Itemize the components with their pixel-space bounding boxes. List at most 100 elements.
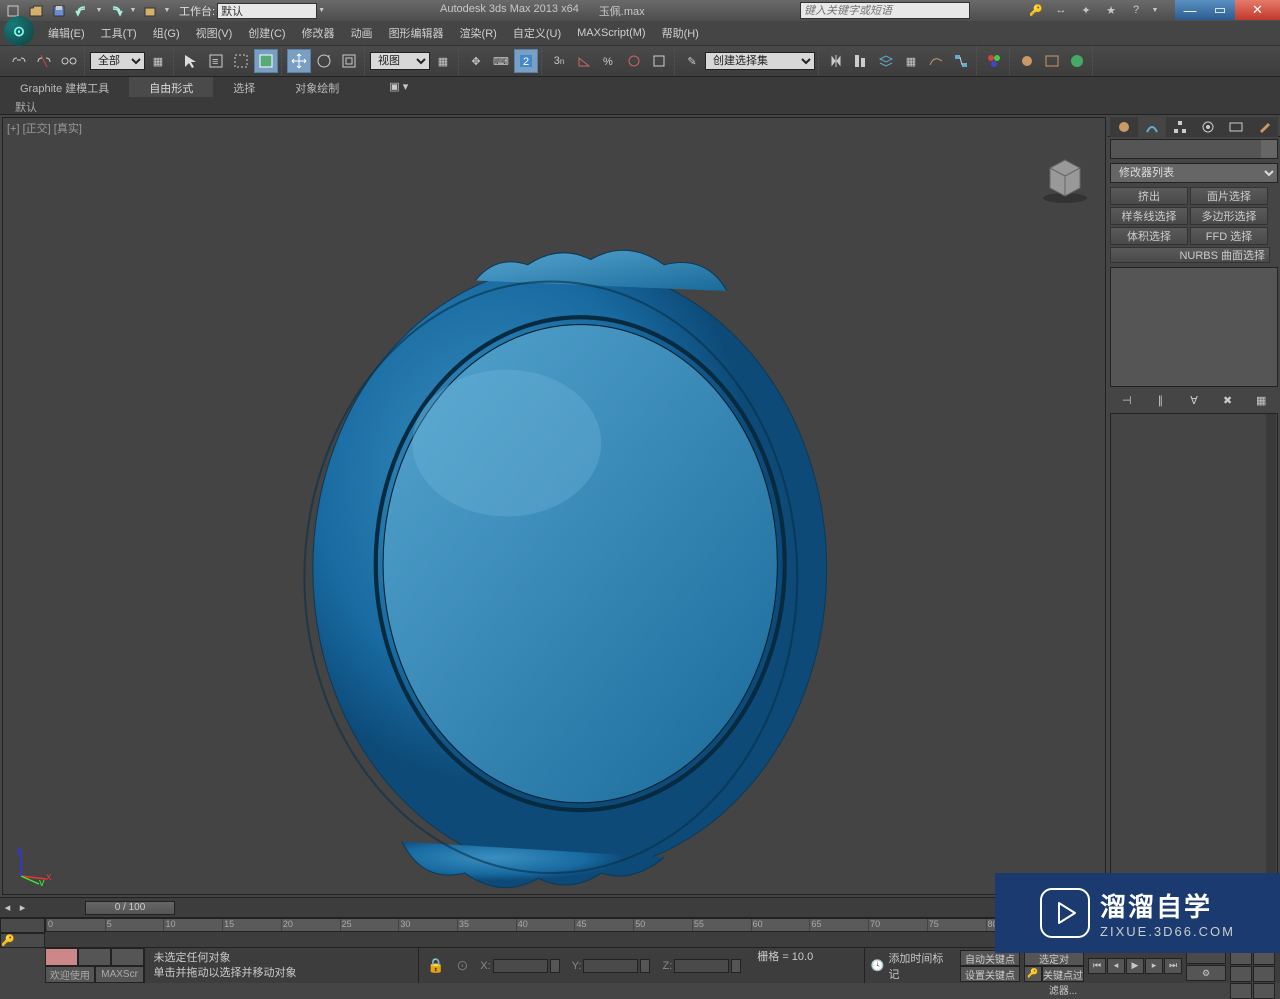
open-icon[interactable] xyxy=(25,2,47,20)
unique-icon[interactable]: ∀ xyxy=(1183,391,1205,409)
motion-tab-icon[interactable] xyxy=(1194,117,1222,137)
help-dd-icon[interactable]: ▼ xyxy=(1150,1,1160,19)
time-right-icon[interactable]: ▸ xyxy=(15,899,30,917)
menu-help[interactable]: 帮助(H) xyxy=(654,21,707,45)
bind-icon[interactable] xyxy=(57,49,81,73)
prev-frame-icon[interactable]: ◂ xyxy=(1107,958,1125,974)
menu-customize[interactable]: 自定义(U) xyxy=(505,21,569,45)
menu-graph[interactable]: 图形编辑器 xyxy=(381,21,452,45)
filter-dropdown[interactable]: 全部 xyxy=(90,52,145,70)
x-spinner[interactable] xyxy=(550,959,560,973)
time-left-icon[interactable]: ◂ xyxy=(0,899,15,917)
time-config-icon[interactable]: ⚙ xyxy=(1186,965,1226,981)
create-tab-icon[interactable] xyxy=(1110,117,1138,137)
undo-icon[interactable] xyxy=(71,2,93,20)
maximize-vp-icon[interactable] xyxy=(1230,983,1252,999)
select-name-icon[interactable]: ≡ xyxy=(204,49,228,73)
x-input[interactable] xyxy=(493,959,548,973)
pan-icon[interactable] xyxy=(1230,966,1252,982)
undo-dd-icon[interactable]: ▼ xyxy=(94,2,104,20)
rollup-scrollbar[interactable] xyxy=(1266,414,1276,894)
lock-selection-icon[interactable]: 🔒 xyxy=(427,957,444,974)
track-expand-icon[interactable] xyxy=(0,918,45,933)
workspace-input[interactable] xyxy=(217,3,317,19)
tab-object-paint[interactable]: 对象绘制 xyxy=(275,77,359,97)
btn-vol-select[interactable]: 体积选择 xyxy=(1110,227,1188,245)
object-name-input[interactable] xyxy=(1111,140,1261,158)
named-sel-edit-icon[interactable]: ✎ xyxy=(680,49,704,73)
angle-snap-icon[interactable] xyxy=(572,49,596,73)
edged-icon[interactable] xyxy=(647,49,671,73)
pin-icon[interactable]: ⊙ xyxy=(457,957,469,974)
tab-graphite[interactable]: Graphite 建模工具 xyxy=(0,77,129,97)
menu-create[interactable]: 创建(C) xyxy=(240,21,293,45)
subscription-icon[interactable]: 🔑 xyxy=(1025,1,1047,19)
modify-tab-icon[interactable] xyxy=(1138,117,1166,137)
select-rect-icon[interactable] xyxy=(229,49,253,73)
btn-spline-select[interactable]: 样条线选择 xyxy=(1110,207,1188,225)
modifier-list-dropdown[interactable]: 修改器列表 xyxy=(1111,164,1277,182)
viewcube[interactable] xyxy=(1035,148,1095,208)
menu-maxscript[interactable]: MAXScript(M) xyxy=(569,23,653,43)
timetag-icon[interactable]: 🕓 xyxy=(871,959,885,972)
pivot-icon[interactable]: ▦ xyxy=(431,49,455,73)
render-frame-icon[interactable] xyxy=(1040,49,1064,73)
y-spinner[interactable] xyxy=(640,959,650,973)
mini-welcome[interactable]: 欢迎使用 xyxy=(45,966,95,984)
project-icon[interactable] xyxy=(139,2,161,20)
viewport[interactable]: [+] [正交] [真实] xyxy=(2,117,1106,895)
select-icon[interactable] xyxy=(179,49,203,73)
layers-icon[interactable] xyxy=(874,49,898,73)
menu-edit[interactable]: 编辑(E) xyxy=(40,21,93,45)
modifier-stack[interactable] xyxy=(1110,267,1278,387)
project-dd-icon[interactable]: ▼ xyxy=(162,2,172,20)
object-color-swatch[interactable] xyxy=(1261,140,1277,158)
favorites-icon[interactable]: ★ xyxy=(1100,1,1122,19)
btn-extrude[interactable]: 挤出 xyxy=(1110,187,1188,205)
pin-stack-icon[interactable]: ⊣ xyxy=(1116,391,1138,409)
remove-mod-icon[interactable]: ✖ xyxy=(1217,391,1239,409)
redo-dd-icon[interactable]: ▼ xyxy=(128,2,138,20)
fov-icon[interactable] xyxy=(1253,983,1275,999)
align-icon[interactable] xyxy=(849,49,873,73)
mini-stop-icon[interactable] xyxy=(78,948,111,966)
scale-icon[interactable] xyxy=(337,49,361,73)
menu-views[interactable]: 视图(V) xyxy=(188,21,241,45)
mini-maxscript[interactable]: MAXScr xyxy=(95,966,145,984)
percent-snap-icon[interactable]: % xyxy=(597,49,621,73)
btn-nurbs-select[interactable]: NURBS 曲面选择 xyxy=(1110,247,1270,263)
key-big-icon[interactable]: 🔑 xyxy=(1024,966,1042,982)
link-icon[interactable] xyxy=(7,49,31,73)
btn-patch-select[interactable]: 面片选择 xyxy=(1190,187,1268,205)
menu-tools[interactable]: 工具(T) xyxy=(93,21,145,45)
viewport-label[interactable]: [+] [正交] [真实] xyxy=(7,120,82,136)
z-spinner[interactable] xyxy=(731,959,741,973)
named-sel-dropdown[interactable]: 创建选择集 xyxy=(705,52,815,70)
mini-play-icon[interactable] xyxy=(111,948,144,966)
unlink-icon[interactable] xyxy=(32,49,56,73)
utilities-tab-icon[interactable] xyxy=(1250,117,1278,137)
move-icon[interactable] xyxy=(287,49,311,73)
z-input[interactable] xyxy=(674,959,729,973)
render-setup-icon[interactable] xyxy=(1015,49,1039,73)
play-icon[interactable]: ▶ xyxy=(1126,958,1144,974)
show-end-icon[interactable]: ∥ xyxy=(1149,391,1171,409)
curve-editor-icon[interactable] xyxy=(924,49,948,73)
ribbon-sub-default[interactable]: 默认 xyxy=(0,97,52,114)
save-icon[interactable] xyxy=(48,2,70,20)
ribbon-expand-icon[interactable]: ▣ ▾ xyxy=(389,77,408,97)
help-icon[interactable]: ? xyxy=(1125,1,1147,19)
snap-2d-icon[interactable]: 2 xyxy=(514,49,538,73)
timetag-label[interactable]: 添加时间标记 xyxy=(888,950,954,982)
exchange-icon[interactable]: ↔ xyxy=(1050,1,1072,19)
configure-icon[interactable]: ▦ xyxy=(1250,391,1272,409)
next-frame-icon[interactable]: ▸ xyxy=(1145,958,1163,974)
star-icon[interactable]: ✦ xyxy=(1075,1,1097,19)
rollup-area[interactable] xyxy=(1110,413,1278,895)
manip-icon[interactable]: ✥ xyxy=(464,49,488,73)
keyfilter-button[interactable]: 关键点过滤器... xyxy=(1042,966,1084,982)
tab-freeform[interactable]: 自由形式 xyxy=(129,77,213,97)
render-icon[interactable] xyxy=(1065,49,1089,73)
rotate-icon[interactable] xyxy=(312,49,336,73)
material-editor-icon[interactable] xyxy=(982,49,1006,73)
